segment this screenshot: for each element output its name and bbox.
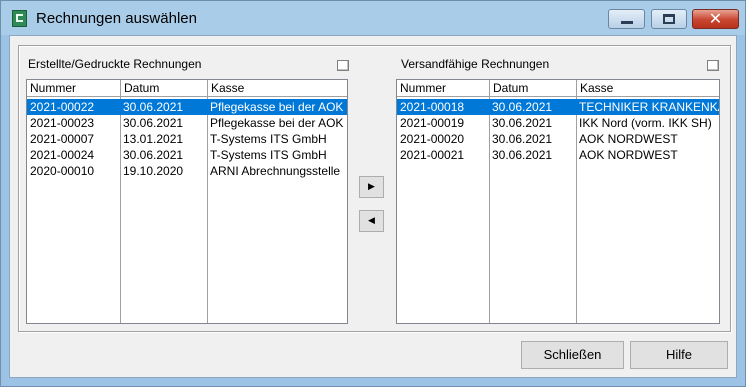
sendable-invoices-list[interactable]: Nummer Datum Kasse 2021-00018 30.06.2021 T… [396,79,720,324]
app-icon [12,10,27,27]
left-panel-label: Erstellte/Gedruckte Rechnungen [28,57,202,71]
table-row[interactable]: 2021-00018 30.06.2021 TECHNIKER KRANKENKAS… [397,99,719,115]
cell-nummer: 2021-00007 [30,132,95,146]
move-left-button[interactable]: ◀ [359,210,384,232]
cell-nummer: 2021-00020 [400,132,465,146]
cell-nummer: 2021-00024 [30,148,95,162]
cell-kasse: T-Systems ITS GmbH [210,148,327,162]
cell-nummer: 2021-00023 [30,116,95,130]
cell-datum: 30.06.2021 [492,100,553,114]
column-header-datum[interactable]: Datum [121,80,207,96]
cell-nummer: 2021-00019 [400,116,465,130]
close-button[interactable]: Schließen [521,341,624,369]
column-header-nummer[interactable]: Nummer [397,80,489,96]
cell-kasse: TECHNIKER KRANKENKASSE [579,100,719,114]
column-header-kasse[interactable]: Kasse [208,80,347,96]
minimize-button[interactable] [608,9,645,29]
move-right-button[interactable]: ▶ [359,176,384,198]
cell-kasse: AOK NORDWEST [579,148,678,162]
dialog-window: Rechnungen auswählen ✕ Erstellte/Gedruck… [0,0,746,387]
close-window-button[interactable]: ✕ [692,9,739,29]
table-row[interactable]: 2021-00023 30.06.2021 Pflegekasse bei der … [27,115,347,131]
table-row[interactable]: 2021-00007 13.01.2021 T-Systems ITS GmbH [27,131,347,147]
help-button[interactable]: Hilfe [630,341,728,369]
cell-datum: 30.06.2021 [492,116,553,130]
cell-kasse: ARNI Abrechnungsstelle [210,164,341,178]
table-row[interactable]: 2021-00020 30.06.2021 AOK NORDWEST [397,131,719,147]
column-header-nummer[interactable]: Nummer [27,80,120,96]
dialog-client-area: Erstellte/Gedruckte Rechnungen Nummer Da… [9,35,737,378]
table-row[interactable]: 2021-00024 30.06.2021 T-Systems ITS GmbH [27,147,347,163]
right-panel-corner-box[interactable] [707,60,719,71]
table-row[interactable]: 2021-00022 30.06.2021 Pflegekasse bei der … [27,99,347,115]
cell-datum: 19.10.2020 [123,164,184,178]
cell-kasse: IKK Nord (vorm. IKK SH) [579,116,712,130]
list-header: Nummer Datum Kasse [397,80,719,97]
cell-kasse: T-Systems ITS GmbH [210,132,327,146]
maximize-icon [663,14,675,24]
left-panel-corner-box[interactable] [337,60,349,71]
cell-datum: 30.06.2021 [123,100,184,114]
window-title: Rechnungen auswählen [36,10,197,27]
table-row[interactable]: 2020-00010 19.10.2020 ARNI Abrechnungsstel… [27,163,347,179]
list-header: Nummer Datum Kasse [27,80,347,97]
column-header-kasse[interactable]: Kasse [577,80,719,96]
cell-datum: 30.06.2021 [492,132,553,146]
created-invoices-list[interactable]: Nummer Datum Kasse 2021-00022 30.06.2021 P… [26,79,348,324]
cell-kasse: AOK NORDWEST [579,132,678,146]
cell-datum: 13.01.2021 [123,132,184,146]
cell-datum: 30.06.2021 [492,148,553,162]
title-bar[interactable]: Rechnungen auswählen ✕ [1,1,745,35]
minimize-icon [621,21,633,24]
column-header-datum[interactable]: Datum [490,80,576,96]
cell-datum: 30.06.2021 [123,148,184,162]
cell-datum: 30.06.2021 [123,116,184,130]
cell-nummer: 2021-00018 [400,100,465,114]
move-right-icon: ▶ [368,182,375,192]
cell-kasse: Pflegekasse bei der AOK [210,100,344,114]
table-row[interactable]: 2021-00021 30.06.2021 AOK NORDWEST [397,147,719,163]
cell-nummer: 2020-00010 [30,164,95,178]
cell-nummer: 2021-00021 [400,148,465,162]
table-row[interactable]: 2021-00019 30.06.2021 IKK Nord (vorm. IKK … [397,115,719,131]
cell-nummer: 2021-00022 [30,100,95,114]
move-left-icon: ◀ [368,216,375,226]
cell-kasse: Pflegekasse bei der AOK [210,116,344,130]
right-panel-label: Versandfähige Rechnungen [401,57,550,71]
close-icon: ✕ [708,9,723,28]
maximize-button[interactable] [651,9,687,29]
